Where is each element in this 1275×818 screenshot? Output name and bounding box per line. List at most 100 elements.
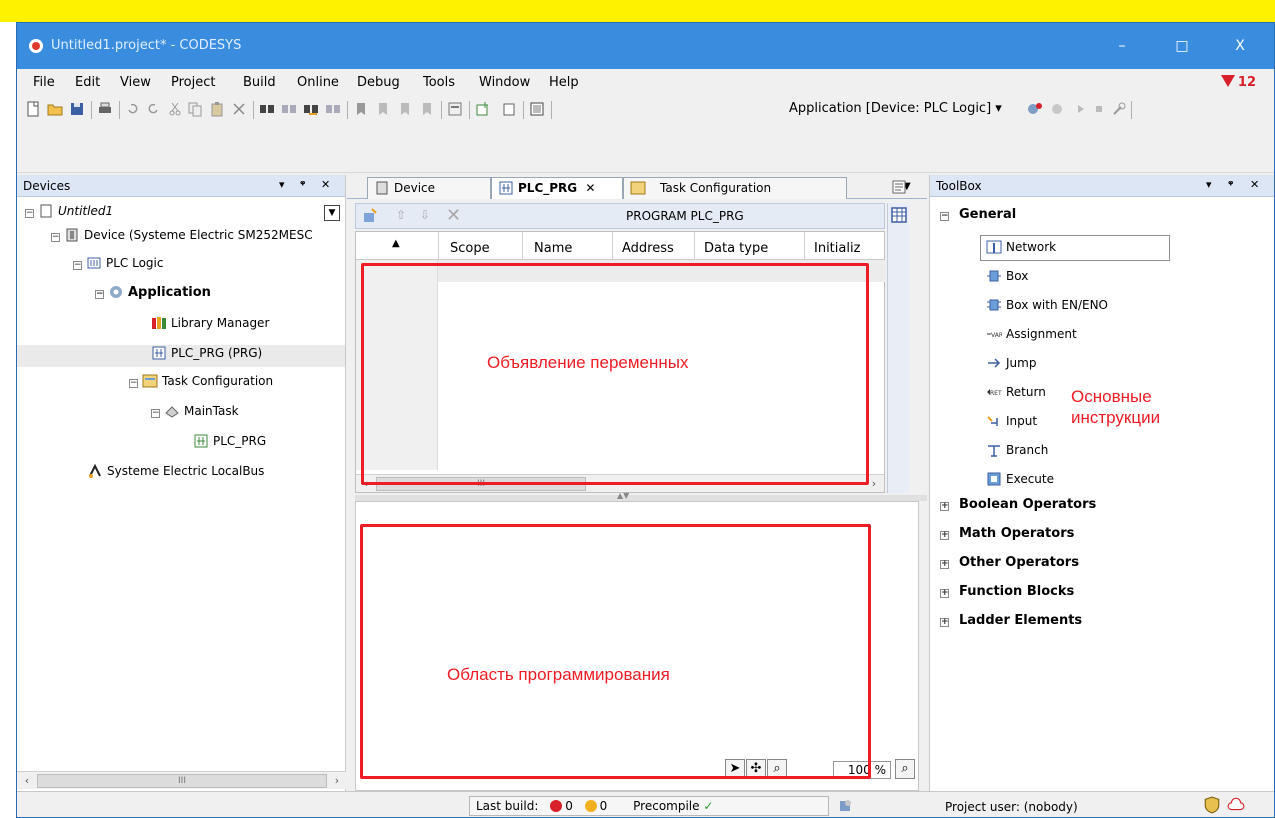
zoom-preview-icon[interactable]: ⌕ [895,759,915,779]
tree-node-project[interactable]: − Untitled1 [25,201,113,221]
collapse-icon[interactable]: − [95,290,104,299]
collapse-icon[interactable]: − [940,212,949,221]
active-application-combo[interactable]: Application [Device: PLC Logic] ▾ [789,101,1002,116]
move-down-icon[interactable]: ⇩ [420,208,430,222]
scroll-left-icon[interactable]: ‹ [19,773,35,789]
menu-online[interactable]: Online [297,75,339,90]
toolbox-item-assignment[interactable]: VAR Assignment [986,322,1077,346]
column-initialization[interactable]: Initializ [814,241,860,256]
properties-icon[interactable] [501,101,517,117]
close-icon[interactable]: ✕ [321,178,330,191]
toolbox-item-jump[interactable]: Jump [986,351,1036,375]
stop-icon[interactable] [1091,101,1107,117]
shield-icon[interactable] [1203,796,1221,814]
textual-view-icon[interactable] [891,179,907,195]
device-connection-icon[interactable] [837,798,853,814]
toolbox-group-ladder-elements[interactable]: + Ladder Elements [940,609,1082,633]
expand-icon[interactable]: + [940,502,949,511]
expand-icon[interactable]: + [940,589,949,598]
menu-build[interactable]: Build [243,75,276,90]
tree-node-plc-logic[interactable]: − PLC Logic [73,253,163,273]
reset-tools-icon[interactable] [1111,101,1127,117]
messages-filter-badge[interactable]: 12 [1220,75,1256,90]
tab-plc-prg[interactable]: PLC_PRG ✕ [491,177,623,199]
devices-horizontal-scrollbar[interactable]: ‹ III › [17,771,346,789]
undo-icon[interactable] [125,101,141,117]
tree-node-application[interactable]: − Application [95,283,211,303]
menu-help[interactable]: Help [549,75,579,90]
collapse-icon[interactable]: − [25,209,34,218]
move-up-icon[interactable]: ⇧ [396,208,406,222]
tabular-view-icon[interactable] [891,207,907,223]
menu-file[interactable]: File [33,75,55,90]
copy-icon[interactable] [187,101,203,117]
menu-project[interactable]: Project [171,75,215,90]
delete-icon[interactable] [231,101,247,117]
print-preview-icon[interactable] [447,101,463,117]
new-project-icon[interactable] [25,101,41,117]
run-icon[interactable] [1073,101,1089,117]
paste-icon[interactable] [209,101,225,117]
pin-icon[interactable]: ᵠ [300,178,305,191]
collapse-icon[interactable]: − [151,409,160,418]
delete-row-icon[interactable]: ✕ [446,205,461,226]
collapse-icon[interactable]: − [51,233,60,242]
expand-icon[interactable]: + [940,531,949,540]
collapse-icon[interactable]: − [73,261,82,270]
column-address[interactable]: Address [622,241,674,256]
toolbox-group-other-operators[interactable]: + Other Operators [940,551,1079,575]
print-icon[interactable] [97,101,113,117]
replace-next-icon[interactable] [325,101,341,117]
title-bar[interactable]: Untitled1.project* - CODESYS – □ X [17,23,1274,69]
sort-ascending-icon[interactable]: ▲ [392,238,400,249]
toolbox-group-boolean-operators[interactable]: + Boolean Operators [940,493,1096,517]
maximize-button[interactable]: □ [1159,23,1205,69]
toolbox-item-box[interactable]: Box [986,264,1028,288]
bookmark-clear-icon[interactable] [419,101,435,117]
tab-task-configuration[interactable]: Task Configuration [623,177,847,199]
bookmark-next-icon[interactable] [375,101,391,117]
toolbox-item-input[interactable]: Input [986,409,1037,433]
tree-node-device[interactable]: − Device (Systeme Electric SM252MESC [51,225,313,245]
expand-icon[interactable]: + [940,560,949,569]
menu-edit[interactable]: Edit [75,75,100,90]
cut-icon[interactable] [167,101,183,117]
cloud-icon[interactable] [1227,796,1245,814]
menu-window[interactable]: Window [479,75,530,90]
close-icon[interactable]: ✕ [1250,178,1259,191]
close-tab-icon[interactable]: ✕ [585,181,595,195]
save-icon[interactable] [69,101,85,117]
tree-node-task-program-call[interactable]: PLC_PRG [193,431,266,451]
menu-tools[interactable]: Tools [423,75,455,90]
expand-icon[interactable]: + [940,618,949,627]
add-object-icon[interactable] [475,101,491,117]
redo-icon[interactable] [145,101,161,117]
pin-icon[interactable]: ᵠ [1228,178,1233,191]
toolbox-item-branch[interactable]: Branch [986,438,1048,462]
column-name[interactable]: Name [534,241,572,256]
chevron-down-icon[interactable]: ▾ [279,178,285,191]
toolbox-item-box-en-eno[interactable]: Box with EN/ENO [986,293,1108,317]
login-icon[interactable] [1027,101,1043,117]
application-selector-icon[interactable] [529,101,545,117]
column-scope[interactable]: Scope [450,241,490,256]
chevron-down-icon[interactable]: ▾ [1206,178,1212,191]
menu-debug[interactable]: Debug [357,75,400,90]
toolbox-group-math-operators[interactable]: + Math Operators [940,522,1074,546]
bookmark-prev-icon[interactable] [397,101,413,117]
toolbox-item-execute[interactable]: Execute [986,467,1054,491]
collapse-icon[interactable]: − [129,379,138,388]
tab-device[interactable]: Device [367,177,491,199]
toolbox-group-general[interactable]: − General [940,203,1016,227]
devices-scroll-thumb[interactable]: III [37,774,327,788]
toolbox-group-function-blocks[interactable]: + Function Blocks [940,580,1074,604]
splitter-grip-icon[interactable]: ▲▼ [617,491,629,500]
tree-node-local-bus[interactable]: Systeme Electric LocalBus [87,461,264,481]
tree-options-dropdown[interactable]: ▼ [324,205,340,221]
open-folder-icon[interactable] [47,101,63,117]
auto-declare-icon[interactable] [362,208,378,224]
column-data-type[interactable]: Data type [704,241,768,256]
minimize-button[interactable]: – [1099,23,1145,69]
replace-icon[interactable] [303,101,319,117]
toolbox-item-return[interactable]: RET Return [986,380,1046,404]
